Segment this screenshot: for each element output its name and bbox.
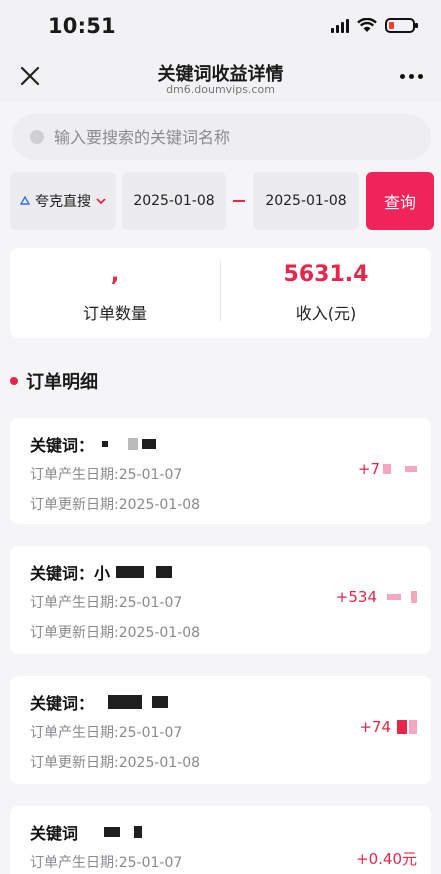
query-button[interactable]: 查询 [366, 172, 434, 230]
redacted-block [411, 591, 417, 603]
order-created-date: 订单产生日期:25-01-07 [30, 855, 183, 871]
redacted-block [387, 594, 401, 600]
nav-bar: 关键词收益详情 dm6.doumvips.com [0, 52, 441, 102]
keyword-row: 关键词 [30, 820, 143, 844]
keyword-row: 关键词： 小 [30, 560, 173, 584]
order-created-date: 订单产生日期:25-01-07 [30, 595, 183, 611]
order-amount-value: +0.40元 [356, 850, 417, 868]
status-time: 10:51 [48, 14, 116, 38]
income-label: 收入(元) [295, 304, 357, 323]
signal-icon [331, 18, 349, 33]
wifi-icon [357, 18, 377, 32]
income-block: 5631.4 收入(元) [221, 248, 431, 338]
order-updated-date: 订单更新日期:2025-01-08 [30, 625, 201, 641]
redacted-block [134, 826, 143, 838]
redacted-block [104, 827, 121, 837]
summary-card: , 订单数量 5631.4 收入(元) [10, 248, 431, 338]
search-bar[interactable] [12, 114, 431, 160]
income-value: 5631.4 [283, 262, 369, 287]
keyword-label: 关键词 [30, 824, 79, 843]
order-card[interactable]: 关键词 订单产生日期:25-01-07 +0.40元 [10, 806, 431, 874]
section-header: 订单明细 [10, 368, 98, 394]
platform-icon [20, 196, 30, 205]
redacted-block [383, 464, 391, 474]
redacted-block [152, 696, 169, 708]
start-date-field[interactable]: 2025-01-08 [122, 172, 226, 230]
order-amount: +0.40元 [356, 848, 417, 869]
order-created-date: 订单产生日期:25-01-07 [30, 725, 183, 741]
battery-icon [385, 18, 418, 33]
search-icon [30, 130, 44, 144]
order-amount-value: +534 [335, 588, 377, 606]
order-updated-date: 订单更新日期:2025-01-08 [30, 755, 201, 771]
end-date-field[interactable]: 2025-01-08 [253, 172, 359, 230]
redacted-block [156, 566, 173, 578]
section-dot [10, 377, 18, 385]
status-bar: 10:51 [0, 0, 441, 52]
platform-label: 夸克直搜 [35, 194, 91, 210]
order-amount-value: +74 [359, 718, 391, 736]
redacted-block [405, 466, 417, 472]
platform-select[interactable]: 夸克直搜 [10, 172, 116, 230]
more-icon[interactable] [400, 74, 423, 79]
order-amount: +74 [359, 718, 417, 736]
order-created-date: 订单产生日期:25-01-07 [30, 467, 183, 483]
keyword-row: 关键词： [30, 690, 169, 714]
redacted-block [397, 720, 407, 734]
order-count-value: , [110, 262, 120, 287]
date-range-separator [233, 200, 245, 202]
redacted-block [108, 695, 143, 709]
redacted-block [116, 566, 145, 578]
order-card[interactable]: 关键词： 订单产生日期:25-01-07 订单更新日期:2025-01-08 +… [10, 418, 431, 524]
order-count-block: , 订单数量 [10, 248, 220, 338]
keyword-label: 关键词： [30, 694, 95, 713]
redacted-block [128, 438, 139, 450]
section-title: 订单明细 [26, 372, 98, 393]
order-count-label: 订单数量 [82, 304, 147, 323]
redacted-block [409, 720, 417, 734]
status-icons [331, 18, 418, 33]
order-updated-date: 订单更新日期:2025-01-08 [30, 497, 201, 513]
keyword-label: 关键词： [30, 436, 95, 455]
keyword-label: 关键词： [30, 564, 95, 583]
keyword-value: 小 [94, 564, 111, 583]
chevron-down-icon [96, 198, 106, 205]
order-amount: +534 [336, 588, 417, 606]
order-card[interactable]: 关键词： 小 订单产生日期:25-01-07 订单更新日期:2025-01-08… [10, 546, 431, 654]
order-card[interactable]: 关键词： 订单产生日期:25-01-07 订单更新日期:2025-01-08 +… [10, 676, 431, 784]
search-input[interactable] [54, 127, 384, 147]
order-amount-value: +7 [357, 460, 380, 478]
redacted-block [142, 439, 157, 449]
redacted-block [102, 441, 109, 447]
page-url: dm6.doumvips.com [166, 83, 275, 96]
keyword-row: 关键词： [30, 432, 157, 456]
order-amount: +7 [358, 460, 417, 478]
